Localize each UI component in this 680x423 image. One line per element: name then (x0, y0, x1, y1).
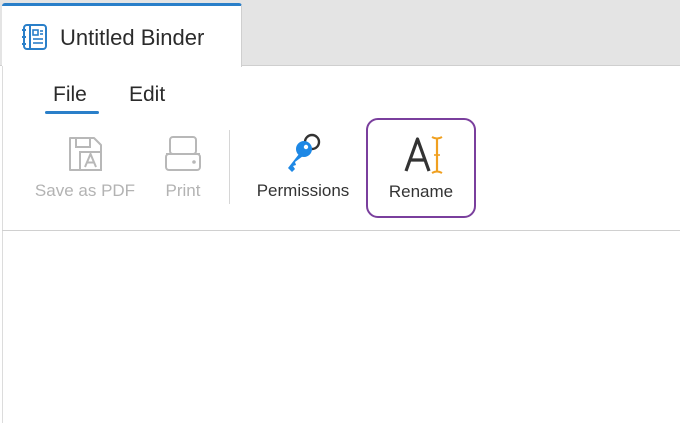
menu-edit[interactable]: Edit (129, 82, 165, 108)
toolbar-divider (229, 130, 230, 204)
binder-icon (21, 23, 49, 51)
rename-label: Rename (388, 182, 454, 201)
tab-title: Untitled Binder (60, 25, 205, 50)
content-area-border (2, 230, 680, 231)
keys-icon (282, 130, 326, 181)
save-pdf-icon (66, 134, 106, 179)
print-label: Print (165, 181, 201, 200)
rename-button[interactable]: Rename (366, 118, 476, 218)
app-window: Untitled Binder File Edit Save as PDF Pr… (0, 0, 680, 423)
tab-untitled-binder[interactable]: Untitled Binder (2, 3, 242, 67)
save-as-pdf-label: Save as PDF (34, 181, 136, 200)
menu-file[interactable]: File (53, 82, 87, 108)
frame-border (2, 66, 3, 423)
save-as-pdf-button[interactable]: Save as PDF (30, 124, 140, 214)
print-button[interactable]: Print (150, 124, 216, 214)
permissions-button[interactable]: Permissions (248, 124, 358, 214)
printer-icon (163, 134, 203, 179)
active-menu-indicator (45, 111, 99, 114)
tab-strip: Untitled Binder (0, 0, 680, 67)
permissions-label: Permissions (256, 181, 350, 200)
text-cursor-icon (404, 134, 448, 179)
